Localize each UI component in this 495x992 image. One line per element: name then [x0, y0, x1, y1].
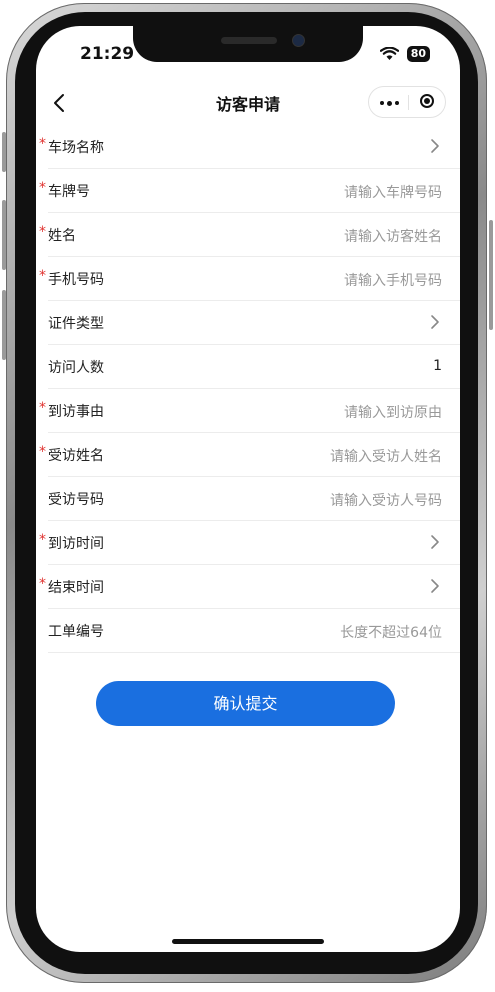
- required-mark: *: [39, 136, 46, 152]
- host-name-input[interactable]: 请输入受访人姓名: [330, 446, 442, 466]
- host-phone-input[interactable]: 请输入受访人号码: [330, 490, 442, 510]
- form-row-parking-lot[interactable]: * 车场名称: [39, 125, 460, 169]
- form-row-plate-number[interactable]: * 车牌号 请输入车牌号码: [39, 169, 460, 213]
- form-row-host-phone[interactable]: 受访号码 请输入受访人号码: [48, 477, 460, 521]
- battery-indicator: 80: [406, 46, 430, 62]
- form-row-end-time[interactable]: * 结束时间: [39, 565, 460, 609]
- chevron-right-icon: [431, 535, 439, 549]
- chevron-right-icon: [431, 579, 439, 593]
- field-label: 车牌号: [48, 184, 90, 200]
- nav-bar: 访客申请: [36, 81, 460, 125]
- home-indicator: [172, 939, 324, 944]
- form-row-work-order[interactable]: 工单编号 长度不超过64位: [48, 609, 460, 653]
- required-mark: *: [39, 576, 46, 592]
- miniprogram-capsule: [368, 86, 446, 118]
- power-button: [489, 220, 493, 330]
- required-mark: *: [39, 268, 46, 284]
- required-mark: *: [39, 444, 46, 460]
- form-row-visitor-count[interactable]: 访问人数 1: [48, 345, 460, 389]
- field-label: 受访姓名: [48, 448, 104, 464]
- field-label: 结束时间: [48, 580, 104, 596]
- app-screen: 21:29 80 访客申请 * 车场名称 * 车牌号 请输入车牌号码 * 姓名 …: [36, 26, 460, 952]
- form-row-host-name[interactable]: * 受访姓名 请输入受访人姓名: [39, 433, 460, 477]
- volume-down-button: [2, 290, 6, 360]
- work-order-input[interactable]: 长度不超过64位: [340, 622, 442, 642]
- field-label: 姓名: [48, 228, 76, 244]
- visitor-count-input[interactable]: 1: [433, 358, 442, 374]
- form-row-name[interactable]: * 姓名 请输入访客姓名: [39, 213, 460, 257]
- front-camera: [292, 34, 305, 47]
- form-row-arrival-time[interactable]: * 到访时间: [39, 521, 460, 565]
- required-mark: *: [39, 400, 46, 416]
- form-row-visit-reason[interactable]: * 到访事由 请输入到访原由: [39, 389, 460, 433]
- visit-reason-input[interactable]: 请输入到访原由: [344, 402, 442, 422]
- visitor-form: * 车场名称 * 车牌号 请输入车牌号码 * 姓名 请输入访客姓名 * 手机号码…: [36, 125, 460, 653]
- submit-button[interactable]: 确认提交: [96, 681, 395, 726]
- field-label: 证件类型: [48, 316, 104, 332]
- status-time: 21:29: [80, 44, 135, 64]
- more-dots-icon[interactable]: [380, 100, 399, 106]
- required-mark: *: [39, 180, 46, 196]
- field-label: 手机号码: [48, 272, 104, 288]
- field-label: 访问人数: [48, 360, 104, 376]
- wifi-icon: [379, 47, 399, 60]
- phone-input[interactable]: 请输入手机号码: [344, 270, 442, 290]
- mute-switch: [2, 132, 6, 172]
- plate-number-input[interactable]: 请输入车牌号码: [344, 182, 442, 202]
- form-row-id-type[interactable]: 证件类型: [48, 301, 460, 345]
- field-label: 到访时间: [48, 536, 104, 552]
- close-target-icon[interactable]: [420, 94, 434, 108]
- field-label: 工单编号: [48, 624, 104, 640]
- chevron-right-icon: [431, 315, 439, 329]
- field-label: 到访事由: [48, 404, 104, 420]
- field-label: 受访号码: [48, 492, 104, 508]
- required-mark: *: [39, 532, 46, 548]
- speaker: [221, 37, 277, 44]
- capsule-divider: [408, 95, 409, 110]
- form-row-phone[interactable]: * 手机号码 请输入手机号码: [39, 257, 460, 301]
- notch: [133, 26, 363, 62]
- field-label: 车场名称: [48, 140, 104, 156]
- visitor-name-input[interactable]: 请输入访客姓名: [344, 226, 442, 246]
- volume-up-button: [2, 200, 6, 270]
- chevron-right-icon: [431, 139, 439, 153]
- required-mark: *: [39, 224, 46, 240]
- status-icons: 80: [379, 46, 430, 62]
